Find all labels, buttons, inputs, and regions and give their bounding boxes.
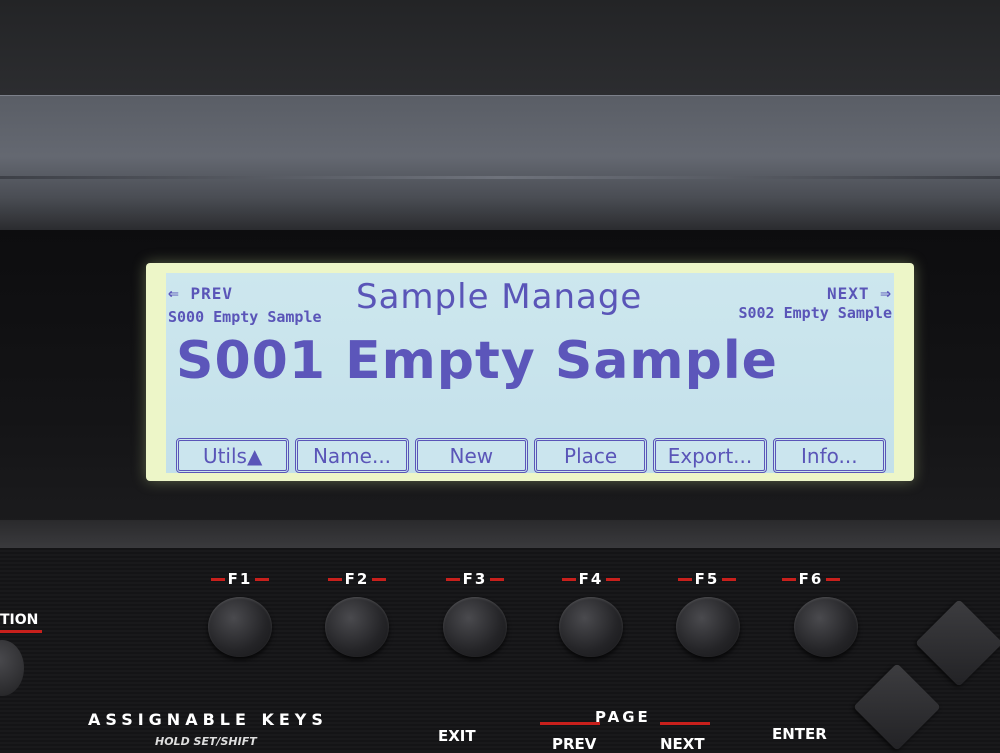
nav-prev[interactable]: ⇐ PREV bbox=[168, 283, 233, 304]
f3-button[interactable] bbox=[443, 597, 507, 657]
f3-label: F3 bbox=[440, 570, 510, 588]
lcd-content: ⇐ PREV S000 Empty Sample Sample Manage N… bbox=[166, 273, 894, 473]
screen-title: Sample Manage bbox=[356, 277, 643, 317]
softkey-name[interactable]: Name... bbox=[295, 438, 409, 473]
page-label: PAGE bbox=[595, 708, 651, 726]
prev-label: PREV bbox=[552, 735, 597, 753]
softkey-export[interactable]: Export... bbox=[653, 438, 767, 473]
arrow-right-icon: ⇒ bbox=[880, 283, 892, 304]
assignable-keys-label: ASSIGNABLE KEYS bbox=[88, 710, 328, 729]
f4-label: F4 bbox=[556, 570, 626, 588]
f5-label: F5 bbox=[672, 570, 742, 588]
enter-label: ENTER bbox=[772, 725, 827, 743]
softkey-new[interactable]: New bbox=[414, 438, 528, 473]
lcd-screen: ⇐ PREV S000 Empty Sample Sample Manage N… bbox=[146, 263, 914, 481]
f6-button[interactable] bbox=[794, 597, 858, 657]
bezel-lip bbox=[0, 520, 1000, 548]
nav-next[interactable]: NEXT ⇒ bbox=[827, 283, 892, 304]
arrow-left-icon: ⇐ bbox=[168, 283, 180, 304]
f2-button[interactable] bbox=[325, 597, 389, 657]
side-button-label: TION bbox=[0, 612, 39, 628]
softkey-utils[interactable]: Utils▲ bbox=[176, 438, 290, 473]
prev-sample-name: S000 Empty Sample bbox=[168, 308, 322, 326]
hold-set-shift-label: HOLD SET/SHIFT bbox=[155, 735, 257, 748]
f4-button[interactable] bbox=[559, 597, 623, 657]
exit-label: EXIT bbox=[438, 727, 476, 745]
next-label: NEXT bbox=[660, 735, 705, 753]
current-sample-name: S001 Empty Sample bbox=[176, 331, 778, 391]
nav-next-label: NEXT bbox=[826, 284, 870, 303]
f6-label: F6 bbox=[776, 570, 846, 588]
f1-label: F1 bbox=[205, 570, 275, 588]
page-accent-left bbox=[540, 722, 600, 725]
softkey-bar: Utils▲ Name... New Place Export... Info.… bbox=[176, 438, 886, 473]
softkey-place[interactable]: Place bbox=[533, 438, 648, 473]
f2-label: F2 bbox=[322, 570, 392, 588]
device-top-panel bbox=[0, 95, 1000, 231]
side-label-accent bbox=[0, 630, 42, 633]
device-top-edge bbox=[0, 0, 1000, 95]
softkey-info[interactable]: Info... bbox=[772, 438, 886, 473]
next-sample-name: S002 Empty Sample bbox=[738, 304, 892, 322]
f1-button[interactable] bbox=[208, 597, 272, 657]
f5-button[interactable] bbox=[676, 597, 740, 657]
nav-prev-label: PREV bbox=[190, 284, 234, 303]
page-accent-right bbox=[660, 722, 710, 725]
